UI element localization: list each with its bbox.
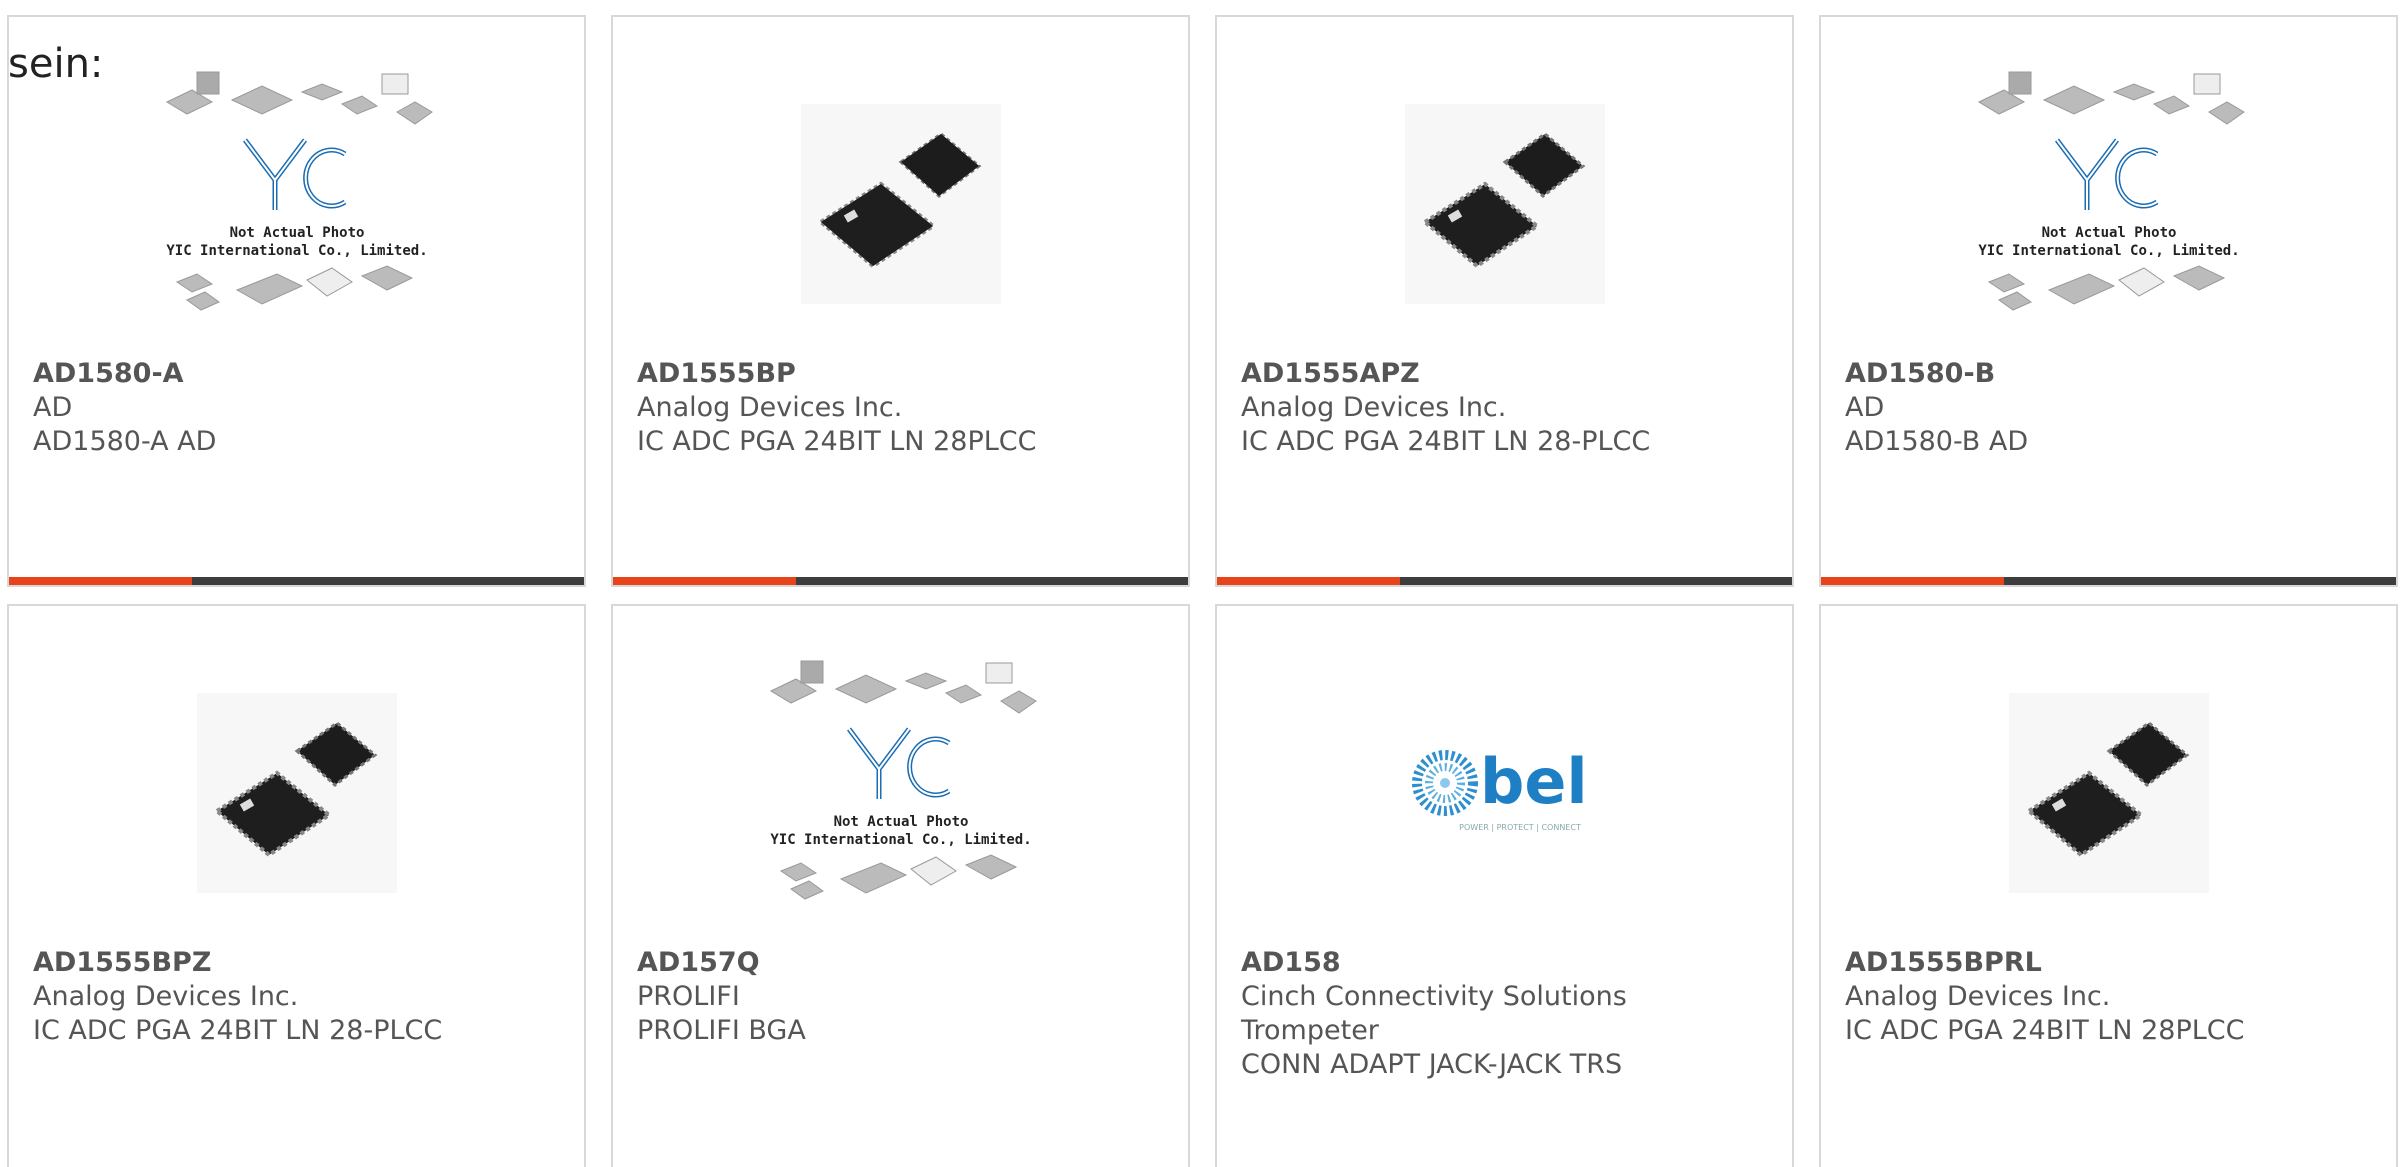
description: AD1580-A AD bbox=[33, 426, 217, 457]
product-card[interactable]: AD1555BPRL Analog Devices Inc. IC ADC PG… bbox=[1819, 604, 2398, 1167]
part-number[interactable]: AD1555APZ bbox=[1241, 357, 1782, 391]
svg-text:POWER | PROTECT | CONNECT: POWER | PROTECT | CONNECT bbox=[1459, 823, 1581, 832]
prefix-text: sein: bbox=[8, 41, 104, 87]
product-info: AD1555BP Analog Devices Inc. IC ADC PGA … bbox=[637, 357, 1178, 459]
manufacturer: Analog Devices Inc. bbox=[637, 392, 903, 423]
product-info: AD158 Cinch Connectivity Solutions Tromp… bbox=[1241, 946, 1782, 1082]
manufacturer: PROLIFI bbox=[637, 981, 740, 1012]
product-info: AD157Q PROLIFI PROLIFI BGA bbox=[637, 946, 1178, 1048]
manufacturer: Analog Devices Inc. bbox=[1845, 981, 2111, 1012]
chip-photo-image bbox=[196, 693, 397, 893]
svg-text:YIC International Co., Limited: YIC International Co., Limited. bbox=[1978, 243, 2239, 259]
chip-photo-image bbox=[1404, 104, 1605, 304]
description: CONN ADAPT JACK-JACK TRS bbox=[1241, 1049, 1623, 1080]
manufacturer: Cinch Connectivity Solutions bbox=[1241, 981, 1627, 1012]
svg-text:Not Actual Photo: Not Actual Photo bbox=[2041, 225, 2176, 241]
product-info: AD1580-A AD AD1580-A AD bbox=[33, 357, 574, 459]
product-image[interactable]: Not Actual Photo YIC International Co., … bbox=[1821, 62, 2396, 362]
product-card[interactable]: AD1555APZ Analog Devices Inc. IC ADC PGA… bbox=[1215, 15, 1794, 587]
part-number[interactable]: AD1580-A bbox=[33, 357, 574, 391]
svg-text:YIC International Co., Limited: YIC International Co., Limited. bbox=[166, 243, 427, 259]
description: PROLIFI BGA bbox=[637, 1015, 806, 1046]
description: IC ADC PGA 24BIT LN 28-PLCC bbox=[1241, 426, 1651, 457]
part-number[interactable]: AD1555BPRL bbox=[1845, 946, 2386, 980]
card-bottom-bar bbox=[1217, 577, 1792, 585]
manufacturer: AD bbox=[1845, 392, 1885, 423]
product-image[interactable] bbox=[1217, 62, 1792, 362]
part-number[interactable]: AD158 bbox=[1241, 946, 1782, 980]
bel-logo-image: bel POWER | PROTECT | CONNECT bbox=[1411, 745, 1588, 832]
sub-manufacturer: Trompeter bbox=[1241, 1015, 1379, 1046]
product-info: AD1555BPRL Analog Devices Inc. IC ADC PG… bbox=[1845, 946, 2386, 1048]
chip-photo-image bbox=[2008, 693, 2209, 893]
description: AD1580-B AD bbox=[1845, 426, 2029, 457]
card-bottom-bar bbox=[613, 577, 1188, 585]
chip-photo-image bbox=[800, 104, 1001, 304]
product-info: AD1555BPZ Analog Devices Inc. IC ADC PGA… bbox=[33, 946, 574, 1048]
product-card[interactable]: AD1555BPZ Analog Devices Inc. IC ADC PGA… bbox=[7, 604, 586, 1167]
card-accent bbox=[613, 577, 796, 585]
product-image[interactable]: Not Actual Photo YIC International Co., … bbox=[613, 651, 1188, 951]
product-grid-page: sein: Not Actual Photo YIC International… bbox=[0, 0, 2400, 1167]
product-image[interactable] bbox=[613, 62, 1188, 362]
product-card[interactable]: AD1555BP Analog Devices Inc. IC ADC PGA … bbox=[611, 15, 1190, 587]
svg-text:Not Actual Photo: Not Actual Photo bbox=[833, 814, 968, 830]
svg-text:Not Actual Photo: Not Actual Photo bbox=[229, 225, 364, 241]
manufacturer: AD bbox=[33, 392, 73, 423]
product-image[interactable] bbox=[9, 651, 584, 951]
part-number[interactable]: AD1555BPZ bbox=[33, 946, 574, 980]
yic-placeholder-image: Not Actual Photo YIC International Co., … bbox=[1977, 71, 2245, 311]
manufacturer: Analog Devices Inc. bbox=[1241, 392, 1507, 423]
card-bottom-bar bbox=[1821, 577, 2396, 585]
product-image[interactable] bbox=[1821, 651, 2396, 951]
manufacturer: Analog Devices Inc. bbox=[33, 981, 299, 1012]
card-accent bbox=[1217, 577, 1400, 585]
card-accent bbox=[1821, 577, 2004, 585]
product-card[interactable]: bel POWER | PROTECT | CONNECT AD158 Cinc… bbox=[1215, 604, 1794, 1167]
part-number[interactable]: AD1555BP bbox=[637, 357, 1178, 391]
product-info: AD1555APZ Analog Devices Inc. IC ADC PGA… bbox=[1241, 357, 1782, 459]
svg-text:bel: bel bbox=[1480, 745, 1588, 818]
yic-placeholder-image: Not Actual Photo YIC International Co., … bbox=[165, 71, 433, 311]
product-card[interactable]: Not Actual Photo YIC International Co., … bbox=[7, 15, 586, 587]
yic-placeholder-image: Not Actual Photo YIC International Co., … bbox=[769, 660, 1037, 900]
product-image[interactable]: bel POWER | PROTECT | CONNECT bbox=[1217, 651, 1792, 951]
description: IC ADC PGA 24BIT LN 28-PLCC bbox=[33, 1015, 443, 1046]
card-bottom-bar bbox=[9, 577, 584, 585]
product-card[interactable]: Not Actual Photo YIC International Co., … bbox=[611, 604, 1190, 1167]
svg-text:YIC International Co., Limited: YIC International Co., Limited. bbox=[770, 832, 1031, 848]
product-info: AD1580-B AD AD1580-B AD bbox=[1845, 357, 2386, 459]
part-number[interactable]: AD157Q bbox=[637, 946, 1178, 980]
card-accent bbox=[9, 577, 192, 585]
product-image[interactable]: Not Actual Photo YIC International Co., … bbox=[9, 62, 584, 362]
part-number[interactable]: AD1580-B bbox=[1845, 357, 2386, 391]
description: IC ADC PGA 24BIT LN 28PLCC bbox=[637, 426, 1037, 457]
product-card[interactable]: Not Actual Photo YIC International Co., … bbox=[1819, 15, 2398, 587]
description: IC ADC PGA 24BIT LN 28PLCC bbox=[1845, 1015, 2245, 1046]
